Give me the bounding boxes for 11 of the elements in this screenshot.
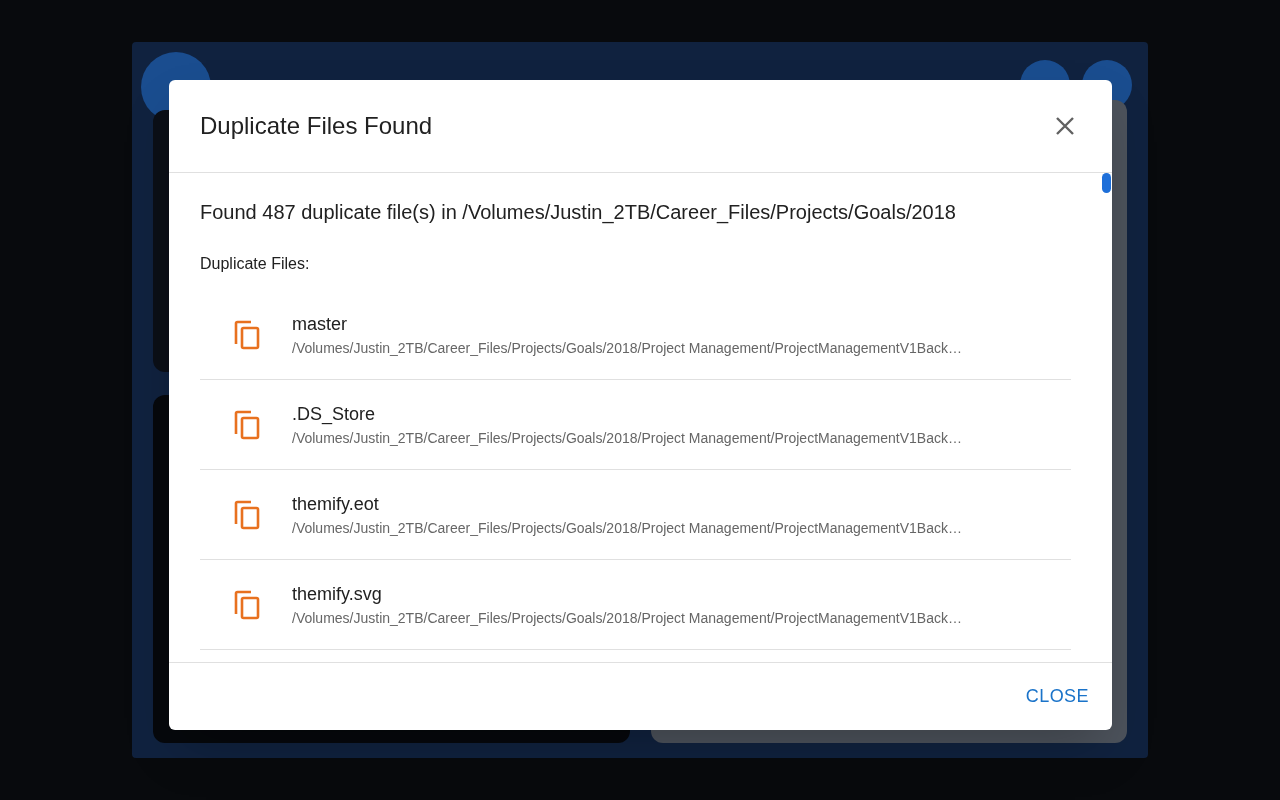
file-name: master (292, 312, 348, 336)
file-name: themify.svg (292, 582, 383, 606)
summary-text: Found 487 duplicate file(s) in /Volumes/Justin_2TB/Career_Files/Projects/Goals/2018 (200, 200, 957, 224)
file-path: /Volumes/Justin_2TB/Career_Files/Projects/Goals/2018/Project Management/ProjectManagementV1Back… (292, 518, 962, 538)
file-path: /Volumes/Justin_2TB/Career_Files/Projects/Goals/2018/Project Management/ProjectManagementV1Back… (292, 608, 962, 628)
list-heading: Duplicate Files: (200, 254, 311, 274)
file-path: /Volumes/Justin_2TB/Career_Files/Projects/Goals/2018/Project Management/ProjectManagementV1Back… (292, 428, 962, 448)
dialog-title: Duplicate Files Found (200, 111, 433, 141)
file-name: themify.eot (292, 492, 380, 516)
file-name: .DS_Store (292, 402, 377, 426)
file-path: /Volumes/Justin_2TB/Career_Files/Projects/Goals/2018/Project Management/ProjectManagementV1Back… (292, 338, 962, 358)
